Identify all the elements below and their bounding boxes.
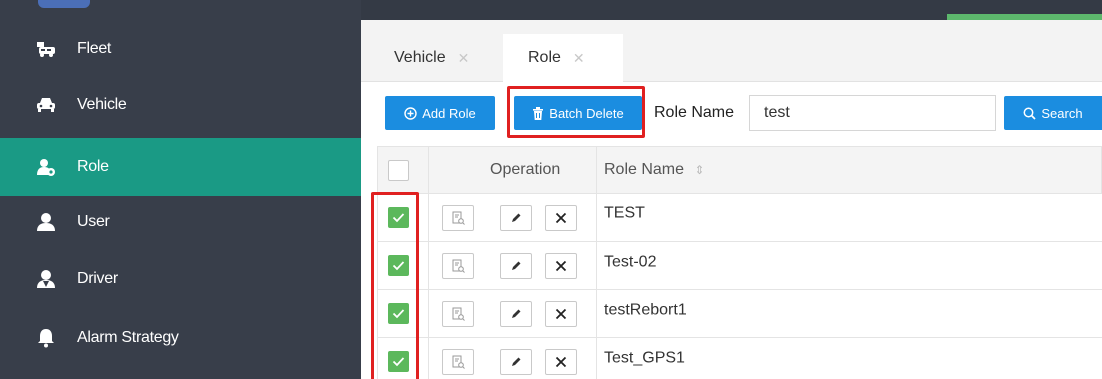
header-role-name[interactable]: Role Name ⇕	[604, 161, 705, 179]
view-button[interactable]	[442, 301, 474, 327]
role-name-cell: Test_GPS1	[604, 348, 685, 366]
table-row: TEST	[377, 194, 1102, 242]
column-divider	[428, 290, 429, 338]
table-row: Test-02	[377, 242, 1102, 290]
search-button[interactable]: Search	[1004, 96, 1102, 130]
tab-label: Role	[528, 49, 561, 66]
column-divider	[596, 290, 597, 338]
driver-icon	[36, 269, 56, 289]
close-icon[interactable]: ✕	[573, 50, 585, 67]
sidebar-item-label: Role	[77, 158, 109, 175]
pencil-icon	[512, 261, 521, 270]
column-divider	[428, 242, 429, 290]
sidebar-item-label: Fleet	[77, 40, 112, 57]
delete-button[interactable]	[545, 205, 577, 231]
tab-role[interactable]: Role ✕	[503, 34, 623, 82]
header-operation: Operation	[490, 161, 561, 178]
add-role-button[interactable]: Add Role	[385, 96, 495, 130]
sidebar-item-label: Alarm Strategy	[77, 329, 179, 346]
role-name-cell: Test-02	[604, 252, 657, 270]
close-icon[interactable]: ✕	[458, 50, 470, 67]
header-role-name-label: Role Name	[604, 161, 685, 178]
add-role-label: Add Role	[422, 105, 476, 121]
sidebar-item-alarm-strategy[interactable]: Alarm Strategy	[0, 310, 361, 366]
close-icon	[555, 212, 567, 224]
column-divider	[596, 147, 597, 195]
toolbar: Add Role Batch Delete Role Name Search	[361, 82, 1102, 146]
sidebar-item-label: User	[77, 213, 110, 230]
edit-button[interactable]	[500, 349, 532, 375]
highlight-box	[371, 192, 419, 379]
delete-button[interactable]	[545, 301, 577, 327]
view-button[interactable]	[442, 253, 474, 279]
tab-bar: Vehicle ✕ Role ✕	[361, 20, 1102, 82]
user-icon	[36, 212, 56, 232]
edit-button[interactable]	[500, 205, 532, 231]
column-divider	[596, 338, 597, 379]
sidebar-item-role[interactable]: Role	[0, 138, 361, 196]
detail-icon	[452, 307, 465, 321]
column-divider	[428, 147, 429, 195]
app-root: Fleet Vehicle Role User Driver Alarm Str…	[0, 0, 1102, 379]
fleet-icon	[36, 39, 56, 59]
edit-button[interactable]	[500, 301, 532, 327]
role-name-input[interactable]	[749, 95, 996, 131]
column-divider	[428, 194, 429, 242]
pencil-icon	[512, 309, 521, 318]
table-row: Test_GPS1	[377, 338, 1102, 379]
view-button[interactable]	[442, 349, 474, 375]
sidebar-item-label: Vehicle	[77, 96, 127, 113]
close-icon	[555, 260, 567, 272]
edit-button[interactable]	[500, 253, 532, 279]
plus-circle-icon	[404, 106, 417, 120]
column-divider	[428, 338, 429, 379]
column-divider	[596, 194, 597, 242]
table-header: Operation Role Name ⇕	[377, 146, 1102, 195]
column-divider	[596, 242, 597, 290]
sidebar-item-driver[interactable]: Driver	[0, 251, 361, 307]
detail-icon	[452, 211, 465, 225]
role-name-cell: TEST	[604, 204, 645, 221]
sidebar-item-label: Driver	[77, 270, 118, 287]
role-name-label: Role Name	[654, 104, 735, 121]
close-icon	[555, 308, 567, 320]
pencil-icon	[512, 213, 521, 222]
sidebar-item-vehicle[interactable]: Vehicle	[0, 77, 361, 133]
role-icon	[36, 157, 56, 177]
detail-icon	[452, 259, 465, 273]
tab-label: Vehicle	[394, 49, 446, 66]
delete-button[interactable]	[545, 253, 577, 279]
main-content: Vehicle ✕ Role ✕ Add Role Batch Delete R…	[361, 0, 1102, 379]
sidebar: Fleet Vehicle Role User Driver Alarm Str…	[0, 0, 361, 379]
car-icon	[36, 95, 56, 115]
detail-icon	[452, 355, 465, 369]
search-icon	[1023, 107, 1036, 120]
table-row: testRebort1	[377, 290, 1102, 338]
view-button[interactable]	[442, 205, 474, 231]
sidebar-item-fleet[interactable]: Fleet	[0, 21, 361, 77]
pencil-icon	[512, 357, 521, 366]
sidebar-item-user[interactable]: User	[0, 194, 361, 250]
tab-vehicle[interactable]: Vehicle ✕	[361, 34, 503, 82]
delete-button[interactable]	[545, 349, 577, 375]
highlight-box	[507, 86, 645, 138]
role-name-cell: testRebort1	[604, 300, 687, 318]
sort-icon[interactable]: ⇕	[694, 163, 704, 177]
bell-icon	[36, 328, 56, 348]
search-label: Search	[1041, 105, 1083, 121]
close-icon	[555, 356, 567, 368]
sidebar-top-tab[interactable]	[38, 0, 90, 8]
select-all-checkbox[interactable]	[388, 160, 409, 181]
top-header-strip	[361, 0, 1102, 20]
